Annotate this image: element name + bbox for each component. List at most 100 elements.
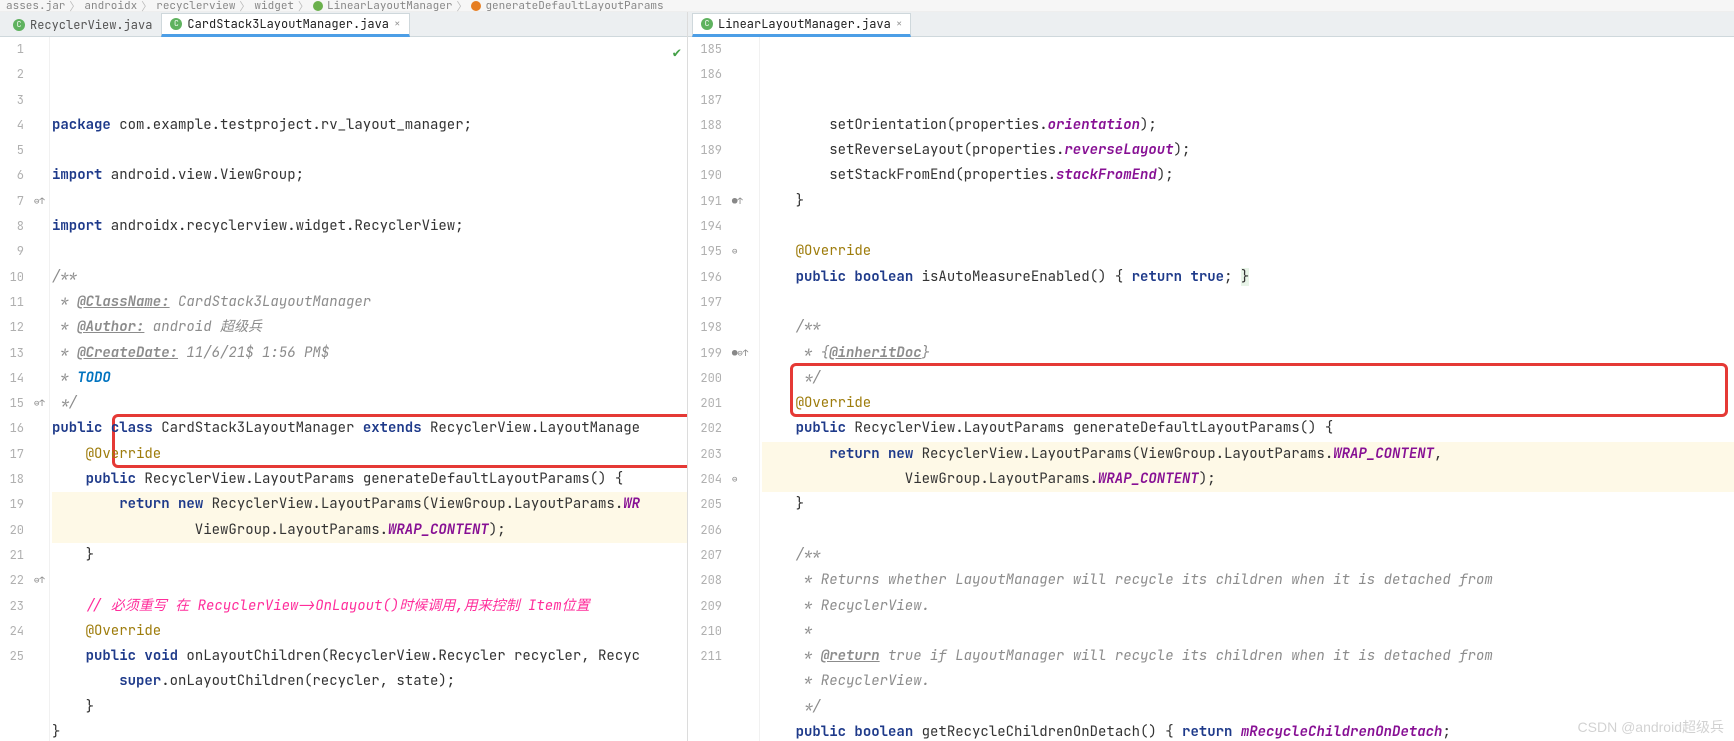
- code-line[interactable]: @Override: [52, 619, 687, 644]
- gutter-annotation[interactable]: [32, 214, 49, 239]
- code-line[interactable]: */: [52, 391, 687, 416]
- code-line[interactable]: @Override: [52, 442, 687, 467]
- code-line[interactable]: [762, 518, 1734, 543]
- code-line[interactable]: * {@inheritDoc}: [762, 341, 1734, 366]
- code-line[interactable]: super.onLayoutChildren(recycler, state);: [52, 669, 687, 694]
- code-line[interactable]: ViewGroup.LayoutParams.WRAP_CONTENT);: [762, 467, 1734, 492]
- gutter-annotation[interactable]: ⊖: [730, 467, 759, 492]
- code-line[interactable]: }: [52, 695, 687, 720]
- code-line[interactable]: [52, 239, 687, 264]
- code-line[interactable]: // 必须重写 在 RecyclerView->OnLayout()时候调用,用…: [52, 594, 687, 619]
- gutter-annotation[interactable]: [32, 492, 49, 517]
- code-line[interactable]: import androidx.recyclerview.widget.Recy…: [52, 214, 687, 239]
- gutter-annotation[interactable]: [730, 113, 759, 138]
- gutter-annotation[interactable]: [32, 88, 49, 113]
- right-gutter2[interactable]: ●↑ ⊖ ●⊖↑ ⊖: [730, 37, 760, 741]
- code-line[interactable]: */: [762, 695, 1734, 720]
- gutter-annotation[interactable]: ⊖↑: [32, 189, 49, 214]
- code-line[interactable]: [762, 214, 1734, 239]
- code-line[interactable]: }: [762, 189, 1734, 214]
- gutter-annotation[interactable]: [32, 442, 49, 467]
- gutter-annotation[interactable]: [32, 619, 49, 644]
- gutter-annotation[interactable]: [730, 391, 759, 416]
- gutter-annotation[interactable]: [730, 214, 759, 239]
- breadcrumb[interactable]: asses.jar〉androidx〉recyclerview〉widget〉L…: [0, 0, 1734, 12]
- gutter-annotation[interactable]: [730, 265, 759, 290]
- left-editor[interactable]: ✔ 12345678910111213141516171819202122232…: [0, 37, 687, 741]
- breadcrumb-item[interactable]: androidx: [84, 0, 137, 13]
- tab-recyclerview-java[interactable]: CRecyclerView.java: [4, 12, 161, 36]
- close-icon[interactable]: ×: [394, 17, 401, 31]
- gutter-annotation[interactable]: ⊖↑: [32, 391, 49, 416]
- code-line[interactable]: * Returns whether LayoutManager will rec…: [762, 568, 1734, 593]
- code-line[interactable]: setReverseLayout(properties.reverseLayou…: [762, 138, 1734, 163]
- code-line[interactable]: public RecyclerView.LayoutParams generat…: [52, 467, 687, 492]
- gutter-annotation[interactable]: [32, 239, 49, 264]
- code-line[interactable]: public class CardStack3LayoutManager ext…: [52, 416, 687, 441]
- code-line[interactable]: *: [762, 619, 1734, 644]
- gutter-annotation[interactable]: [32, 543, 49, 568]
- code-line[interactable]: public boolean getRecycleChildrenOnDetac…: [762, 720, 1734, 741]
- gutter-annotation[interactable]: [32, 290, 49, 315]
- code-line[interactable]: return new RecyclerView.LayoutParams(Vie…: [52, 492, 687, 517]
- gutter-annotation[interactable]: ●⊖↑: [730, 341, 759, 366]
- gutter-annotation[interactable]: [32, 518, 49, 543]
- gutter-annotation[interactable]: [32, 366, 49, 391]
- gutter-annotation[interactable]: [730, 518, 759, 543]
- gutter-annotation[interactable]: [32, 341, 49, 366]
- gutter-annotation[interactable]: [730, 644, 759, 669]
- gutter-annotation[interactable]: [730, 543, 759, 568]
- gutter-annotation[interactable]: ⊖: [730, 239, 759, 264]
- code-line[interactable]: * @return true if LayoutManager will rec…: [762, 644, 1734, 669]
- gutter-annotation[interactable]: [730, 315, 759, 340]
- gutter-annotation[interactable]: [32, 113, 49, 138]
- gutter-annotation[interactable]: ⊖↑: [32, 568, 49, 593]
- code-line[interactable]: @Override: [762, 391, 1734, 416]
- gutter-annotation[interactable]: [730, 416, 759, 441]
- code-line[interactable]: * TODO: [52, 366, 687, 391]
- gutter-annotation[interactable]: [730, 138, 759, 163]
- breadcrumb-item[interactable]: generateDefaultLayoutParams: [485, 0, 663, 13]
- breadcrumb-item[interactable]: LinearLayoutManager: [327, 0, 452, 13]
- code-line[interactable]: * @CreateDate: 11/6/21$ 1:56 PM$: [52, 341, 687, 366]
- code-line[interactable]: }: [762, 492, 1734, 517]
- gutter-annotation[interactable]: ●↑: [730, 189, 759, 214]
- code-line[interactable]: /**: [52, 265, 687, 290]
- right-code[interactable]: setOrientation(properties.orientation); …: [760, 37, 1734, 741]
- gutter-annotation[interactable]: [32, 594, 49, 619]
- gutter-annotation[interactable]: [32, 138, 49, 163]
- tab-linearlayoutmanager-java[interactable]: CLinearLayoutManager.java×: [692, 13, 911, 37]
- code-line[interactable]: }: [52, 720, 687, 741]
- code-line[interactable]: import android.view.ViewGroup;: [52, 163, 687, 188]
- code-line[interactable]: * @ClassName: CardStack3LayoutManager: [52, 290, 687, 315]
- code-line[interactable]: }: [52, 543, 687, 568]
- code-line[interactable]: [52, 568, 687, 593]
- code-line[interactable]: @Override: [762, 239, 1734, 264]
- gutter-annotation[interactable]: [32, 315, 49, 340]
- code-line[interactable]: * @Author: android 超级兵: [52, 315, 687, 340]
- code-line[interactable]: ViewGroup.LayoutParams.WRAP_CONTENT);: [52, 518, 687, 543]
- gutter-annotation[interactable]: [730, 88, 759, 113]
- code-line[interactable]: */: [762, 366, 1734, 391]
- code-line[interactable]: return new RecyclerView.LayoutParams(Vie…: [762, 442, 1734, 467]
- code-line[interactable]: [762, 290, 1734, 315]
- right-editor[interactable]: 1851861871881891901911941951961971981992…: [688, 37, 1734, 741]
- tab-cardstack3layoutmanager-java[interactable]: CCardStack3LayoutManager.java×: [161, 13, 409, 37]
- code-line[interactable]: /**: [762, 543, 1734, 568]
- left-code[interactable]: package com.example.testproject.rv_layou…: [50, 37, 687, 741]
- gutter-annotation[interactable]: [32, 37, 49, 62]
- gutter-annotation[interactable]: [32, 265, 49, 290]
- left-gutter2[interactable]: ⊖↑ ⊖↑ ⊖↑: [32, 37, 50, 741]
- gutter-annotation[interactable]: [730, 366, 759, 391]
- gutter-annotation[interactable]: [730, 37, 759, 62]
- gutter-annotation[interactable]: [730, 619, 759, 644]
- code-line[interactable]: /**: [762, 315, 1734, 340]
- gutter-annotation[interactable]: [730, 442, 759, 467]
- gutter-annotation[interactable]: [730, 492, 759, 517]
- breadcrumb-item[interactable]: recyclerview: [156, 0, 235, 13]
- breadcrumb-item[interactable]: widget: [254, 0, 294, 13]
- code-line[interactable]: [52, 189, 687, 214]
- gutter-annotation[interactable]: [32, 644, 49, 669]
- code-line[interactable]: public RecyclerView.LayoutParams generat…: [762, 416, 1734, 441]
- gutter-annotation[interactable]: [32, 467, 49, 492]
